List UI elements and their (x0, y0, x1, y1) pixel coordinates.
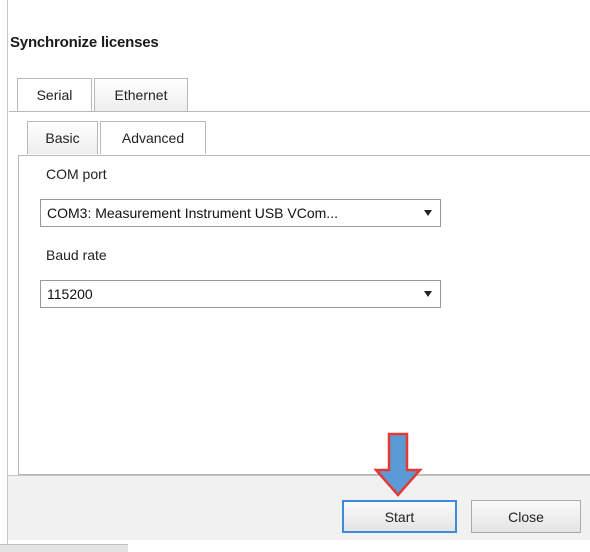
tab-serial[interactable]: Serial (17, 78, 92, 111)
tab-ethernet-label: Ethernet (114, 87, 168, 103)
close-button-label: Close (508, 508, 544, 525)
tab-ethernet[interactable]: Ethernet (94, 78, 188, 111)
baud-rate-value: 115200 (47, 286, 93, 302)
com-port-select[interactable]: COM3: Measurement Instrument USB VCom... (40, 199, 441, 227)
page: Synchronize licenses Serial Ethernet Bas… (0, 0, 590, 552)
com-port-value: COM3: Measurement Instrument USB VCom... (47, 205, 338, 221)
start-button-label: Start (384, 508, 415, 525)
close-button[interactable]: Close (471, 500, 581, 533)
dialog-title: Synchronize licenses (10, 34, 159, 51)
tab-basic[interactable]: Basic (27, 121, 98, 154)
chevron-down-icon (424, 291, 432, 297)
com-port-label: COM port (46, 166, 107, 182)
tab-advanced[interactable]: Advanced (100, 121, 206, 154)
synchronize-licenses-dialog: Synchronize licenses Serial Ethernet Bas… (8, 0, 590, 540)
tab-advanced-label: Advanced (121, 130, 185, 146)
baud-rate-label: Baud rate (46, 247, 107, 263)
arrow-down-icon (373, 432, 423, 497)
tab-basic-label: Basic (45, 130, 80, 146)
baud-rate-select[interactable]: 115200 (40, 280, 441, 308)
tab-serial-label: Serial (36, 87, 73, 103)
start-button[interactable]: Start (342, 500, 457, 533)
window-bottom-strip (0, 544, 128, 552)
chevron-down-icon (424, 210, 432, 216)
